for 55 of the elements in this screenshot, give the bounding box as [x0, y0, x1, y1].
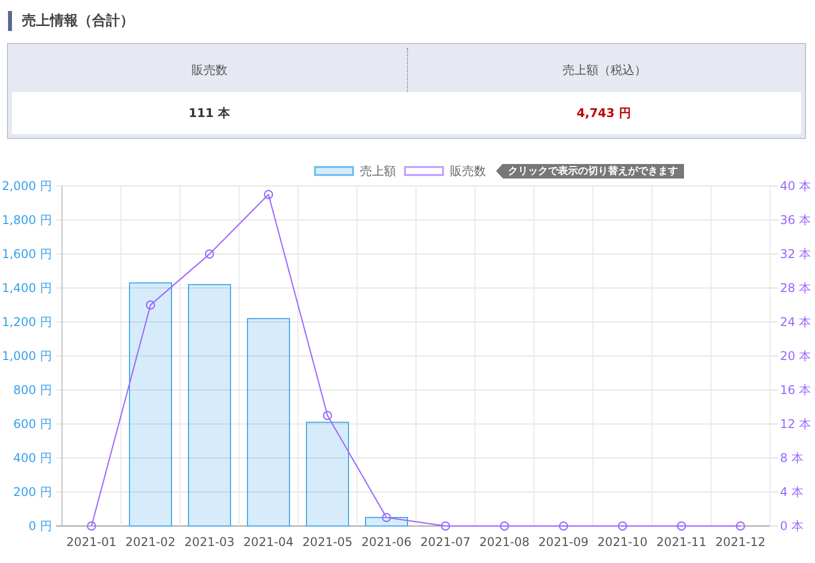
data-point	[322, 410, 332, 420]
axis-tick-label: 2021-09	[538, 535, 589, 549]
data-point	[676, 521, 686, 531]
axis-tick-label: 2021-12	[715, 535, 766, 549]
axis-tick-label: 0 本	[780, 519, 804, 533]
data-point	[204, 249, 214, 259]
column-header: 売上額（税込）	[406, 48, 801, 92]
section-title: 売上情報（合計）	[8, 11, 134, 31]
axis-tick-label: 0 円	[28, 519, 52, 533]
bar	[365, 517, 408, 526]
legend-item[interactable]: 販売数	[404, 162, 486, 180]
axis-tick-label: 8 本	[780, 451, 804, 465]
data-point	[86, 521, 96, 531]
axis-tick-label: 1,800 円	[2, 213, 52, 227]
data-point	[558, 521, 568, 531]
axis-tick-label: 20 本	[780, 349, 812, 363]
axis-tick-label: 400 円	[13, 451, 52, 465]
axis-tick-label: 2021-07	[420, 535, 471, 549]
hint-label: クリックで表示の切り替えができます	[496, 164, 684, 178]
axis-tick-label: 4 本	[780, 485, 804, 499]
data-point	[264, 190, 274, 200]
axis-tick-label: 16 本	[780, 383, 812, 397]
axis-tick-label: 600 円	[13, 417, 52, 431]
axis-tick-label: 2021-01	[66, 535, 117, 549]
axis-tick-label: 2021-10	[597, 535, 648, 549]
table-cell-text: 4,743 円	[576, 104, 632, 122]
axis-tick-label: 200 円	[13, 485, 52, 499]
data-point	[146, 300, 156, 310]
axis-tick-label: 2021-04	[243, 535, 294, 549]
legend-item[interactable]: 売上額	[314, 162, 396, 180]
axis-tick-label: 800 円	[13, 383, 52, 397]
axis-tick-label: 1,600 円	[2, 247, 52, 261]
axis-tick-label: 28 本	[780, 281, 812, 295]
data-point	[500, 521, 510, 531]
axis-tick-label: 2021-08	[479, 535, 530, 549]
data-point	[618, 521, 628, 531]
axis-tick-label: 40 本	[780, 179, 812, 193]
axis-tick-label: 1,400 円	[2, 281, 52, 295]
table-cell-text: 111 本	[188, 104, 231, 122]
axis-tick-label: 2021-03	[184, 535, 235, 549]
axis-tick-label: 2,000 円	[2, 179, 52, 193]
axis-tick-label: 2021-06	[361, 535, 412, 549]
column-header: 販売数	[12, 48, 406, 92]
axis-tick-label: 24 本	[780, 315, 812, 329]
axis-tick-label: 1,000 円	[2, 349, 52, 363]
axis-tick-label: 2021-05	[302, 535, 353, 549]
data-point	[736, 521, 746, 531]
axis-tick-label: 1,200 円	[2, 315, 52, 329]
axis-tick-label: 32 本	[780, 247, 812, 261]
axis-tick-label: 12 本	[780, 417, 812, 431]
data-point	[382, 512, 392, 522]
data-point	[440, 521, 450, 531]
axis-tick-label: 2021-11	[656, 535, 707, 549]
axis-tick-label: 36 本	[780, 213, 812, 227]
axis-tick-label: 2021-02	[125, 535, 176, 549]
